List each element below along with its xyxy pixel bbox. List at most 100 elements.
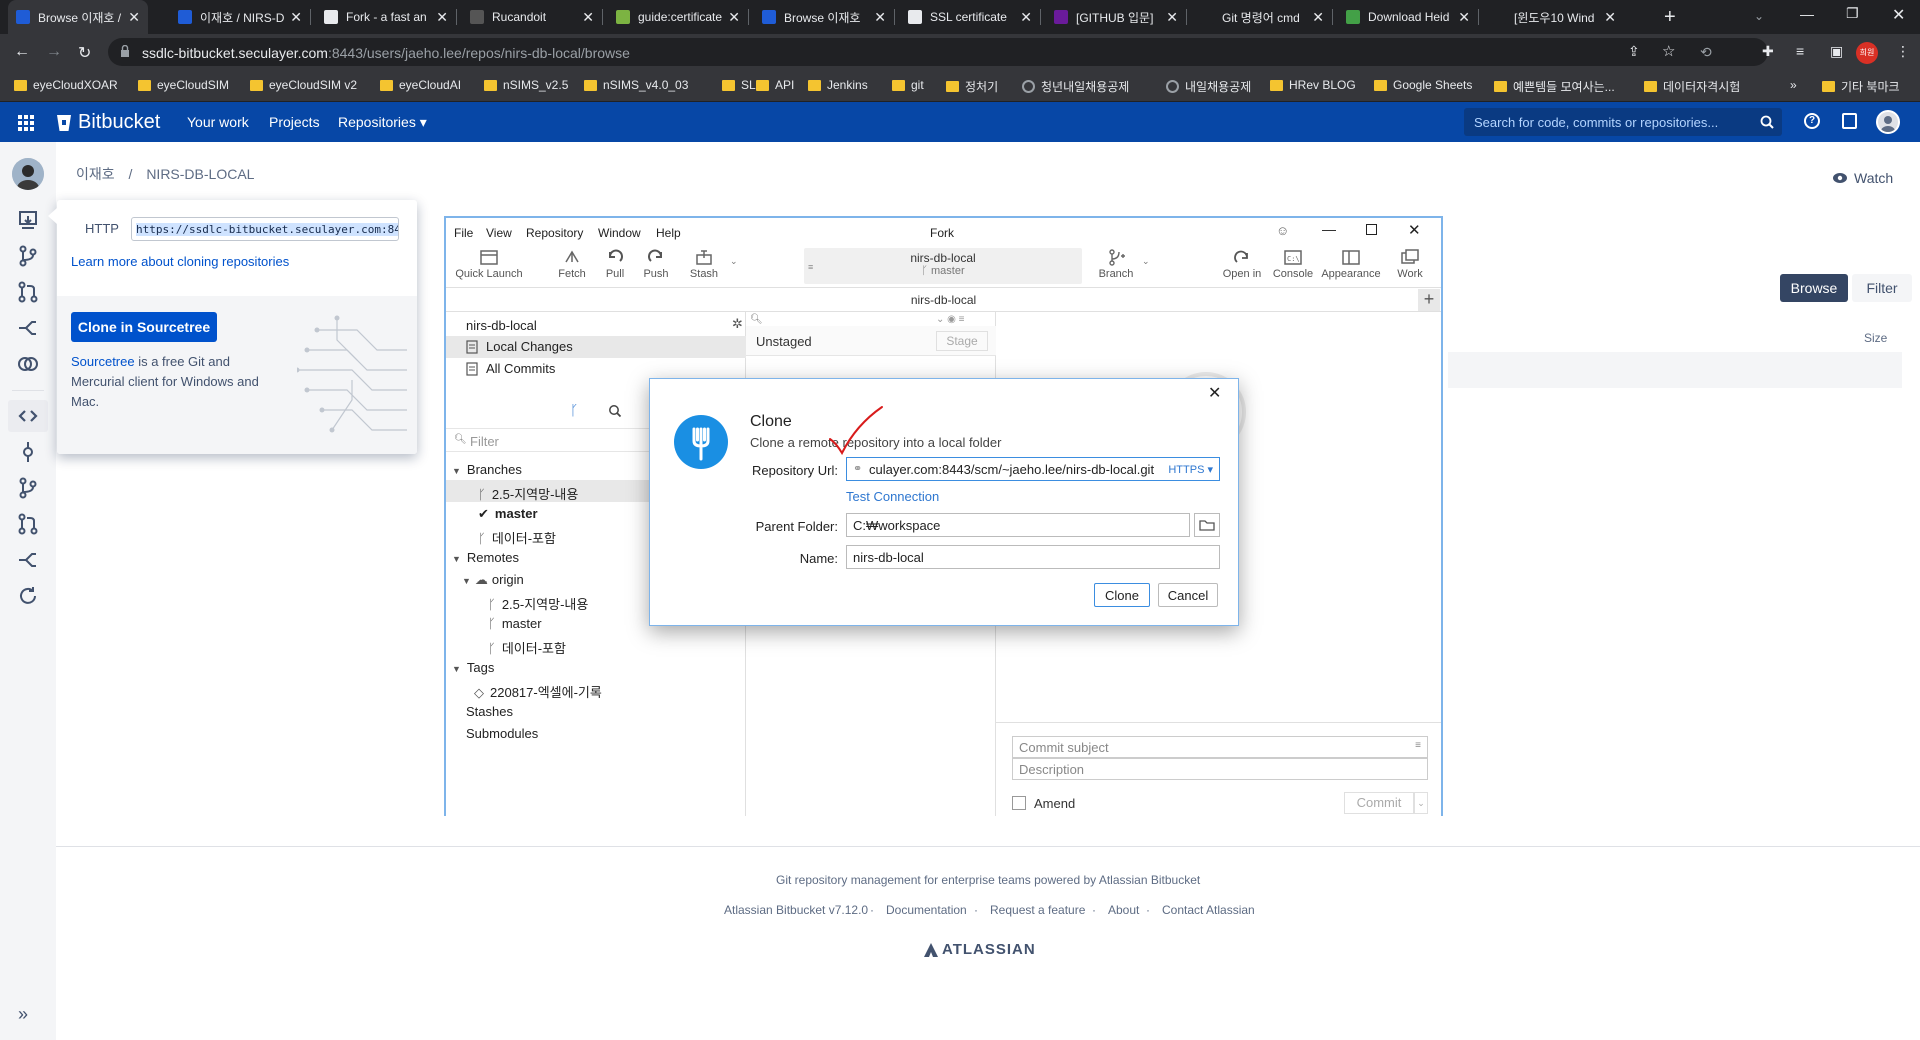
tags-header[interactable]: ▼ Tags xyxy=(452,660,494,675)
fork-maximize-icon[interactable] xyxy=(1366,224,1377,235)
stashes-item[interactable]: Stashes xyxy=(466,704,513,719)
restore-window-icon[interactable]: ❐ xyxy=(1846,5,1859,22)
browser-tab[interactable]: [GITHUB 입문] ✕ xyxy=(1046,0,1186,34)
footer-about[interactable]: About xyxy=(1108,903,1139,917)
browser-tab[interactable]: 이재호 / NIRS-D ✕ xyxy=(170,0,310,34)
fork-close-icon[interactable]: ✕ xyxy=(1408,221,1421,239)
tab-close-icon[interactable]: ✕ xyxy=(874,9,886,26)
browser-tab[interactable]: Download Heid ✕ xyxy=(1338,0,1478,34)
bookmark-item[interactable]: API xyxy=(756,78,794,92)
branches-header[interactable]: ▼ Branches xyxy=(452,462,522,477)
protocol-dropdown[interactable]: HTTPS ▾ xyxy=(1168,463,1213,476)
tab-close-icon[interactable]: ✕ xyxy=(582,9,594,26)
stash-button[interactable]: Stash xyxy=(684,248,724,280)
forks-icon[interactable] xyxy=(16,548,40,572)
branch-item-current[interactable]: ✔ master xyxy=(478,506,538,522)
browser-tab[interactable]: SSL certificate ✕ xyxy=(900,0,1040,34)
profile-avatar[interactable]: 희원 xyxy=(1856,42,1878,64)
footer-request-feature[interactable]: Request a feature xyxy=(990,903,1085,917)
browse-button[interactable]: Browse xyxy=(1780,274,1848,302)
clone-in-sourcetree-button[interactable]: Clone in Sourcetree xyxy=(71,312,217,342)
tab-close-icon[interactable]: ✕ xyxy=(128,9,140,26)
local-changes-item[interactable]: Local Changes xyxy=(466,339,573,354)
bookmark-item[interactable]: 청년내일채용공제 xyxy=(1022,78,1129,95)
add-tab-button[interactable]: + xyxy=(1418,289,1440,311)
notifications-icon[interactable] xyxy=(1842,113,1857,129)
bookmark-item[interactable]: nSIMS_v4.0_03 xyxy=(584,78,688,92)
create-pull-request-icon[interactable] xyxy=(16,280,40,304)
all-commits-item[interactable]: All Commits xyxy=(466,361,555,376)
branches-icon[interactable] xyxy=(16,476,40,500)
commit-message-templates-icon[interactable]: ≡ xyxy=(1415,740,1421,751)
tab-close-icon[interactable]: ✕ xyxy=(1312,9,1324,26)
clone-url-input[interactable]: https://ssdlc-bitbucket.seculayer.com:84… xyxy=(131,217,399,241)
remote-origin-item[interactable]: ▼ ☁ origin xyxy=(462,572,524,588)
code-search-input[interactable]: Search for code, commits or repositories… xyxy=(1464,108,1782,136)
menu-help[interactable]: Help xyxy=(656,226,681,240)
browser-tab[interactable]: Rucandoit ✕ xyxy=(462,0,602,34)
minimize-window-icon[interactable]: — xyxy=(1800,6,1814,22)
cancel-button[interactable]: Cancel xyxy=(1158,583,1218,607)
fork-minimize-icon[interactable]: — xyxy=(1322,221,1336,237)
clone-button[interactable]: Clone xyxy=(1094,583,1150,607)
bookmark-item[interactable]: 정처기 xyxy=(946,78,998,95)
branch-button[interactable]: Branch xyxy=(1096,248,1136,280)
commits-icon[interactable] xyxy=(16,440,40,464)
browser-menu-icon[interactable]: ⋮ xyxy=(1896,43,1910,60)
url-text[interactable]: ssdlc-bitbucket.seculayer.com:8443/users… xyxy=(142,45,630,61)
browser-tab[interactable]: Browse 이재호 / ✕ xyxy=(8,0,148,34)
url-omnibox[interactable]: ssdlc-bitbucket.seculayer.com:8443/users… xyxy=(108,38,1768,66)
sourcetree-link[interactable]: Sourcetree xyxy=(71,354,135,369)
sidebar-search-icon[interactable] xyxy=(608,404,622,418)
remotes-header[interactable]: ▼ Remotes xyxy=(452,550,519,565)
stash-dropdown-icon[interactable]: ⌄ xyxy=(730,256,738,267)
changes-search-icon[interactable]: 🔍︎ xyxy=(750,314,763,325)
extension-icon[interactable]: ⟲ xyxy=(1700,44,1712,61)
new-tab-button[interactable]: + xyxy=(1664,6,1676,29)
bookmark-item[interactable]: HRev BLOG xyxy=(1270,78,1356,92)
tab-close-icon[interactable]: ✕ xyxy=(436,9,448,26)
menu-repository[interactable]: Repository xyxy=(526,226,583,240)
console-button[interactable]: C:\ Console xyxy=(1272,248,1314,280)
footer-documentation[interactable]: Documentation xyxy=(886,903,967,917)
browser-tab[interactable]: Fork - a fast an ✕ xyxy=(316,0,456,34)
sync-icon[interactable] xyxy=(16,584,40,608)
amend-checkbox[interactable] xyxy=(1012,796,1026,810)
clone-icon[interactable] xyxy=(16,208,40,232)
tab-close-icon[interactable]: ✕ xyxy=(1020,9,1032,26)
repo-url-input[interactable]: ⚭ culayer.com:8443/scm/~jaeho.lee/nirs-d… xyxy=(846,457,1220,481)
search-icon[interactable] xyxy=(1760,115,1774,129)
tab-close-icon[interactable]: ✕ xyxy=(728,9,740,26)
pull-requests-icon[interactable] xyxy=(16,512,40,536)
lock-icon[interactable] xyxy=(120,45,130,57)
appearance-button[interactable]: Appearance xyxy=(1318,248,1384,280)
bookmark-item[interactable]: SL xyxy=(722,78,756,92)
repository-selector[interactable]: nirs-db-local ᚴ master ≡ xyxy=(804,248,1082,284)
footer-contact[interactable]: Contact Atlassian xyxy=(1162,903,1255,917)
breadcrumb-user[interactable]: 이재호 xyxy=(76,166,115,182)
open-in-button[interactable]: Open in xyxy=(1220,248,1264,280)
nav-your-work[interactable]: Your work xyxy=(187,114,249,130)
nav-repositories[interactable]: Repositories ▾ xyxy=(338,114,427,131)
create-fork-icon[interactable] xyxy=(16,316,40,340)
browse-folder-button[interactable] xyxy=(1194,513,1220,537)
bookmark-item[interactable]: 내일채용공제 xyxy=(1166,78,1251,95)
repo-avatar[interactable] xyxy=(12,158,44,190)
expand-sidebar-icon[interactable]: » xyxy=(18,1004,28,1025)
bookmark-item[interactable]: 기타 북마크 xyxy=(1822,78,1900,95)
bookmark-item[interactable]: eyeCloudSIM xyxy=(138,78,229,92)
reading-list-icon[interactable]: ≡ xyxy=(1796,43,1804,59)
browser-tab[interactable]: [윈도우10 Wind ✕ xyxy=(1484,0,1624,34)
tab-close-icon[interactable]: ✕ xyxy=(1458,9,1470,26)
work-button[interactable]: Work xyxy=(1390,248,1430,280)
menu-window[interactable]: Window xyxy=(598,226,641,240)
menu-view[interactable]: View xyxy=(486,226,512,240)
tab-close-icon[interactable]: ✕ xyxy=(290,9,302,26)
changes-options-icons[interactable]: ⌄ ◉ ≡ xyxy=(936,314,965,325)
dialog-close-icon[interactable]: ✕ xyxy=(1208,383,1221,403)
branch-item[interactable]: ᚴ 데이터-포함 xyxy=(478,528,556,547)
tab-close-icon[interactable]: ✕ xyxy=(1166,9,1178,26)
share-icon[interactable]: ⇪ xyxy=(1628,43,1640,60)
bookmark-item[interactable]: » xyxy=(1790,78,1797,92)
commit-subject-input[interactable]: Commit subject ≡ xyxy=(1012,736,1428,758)
